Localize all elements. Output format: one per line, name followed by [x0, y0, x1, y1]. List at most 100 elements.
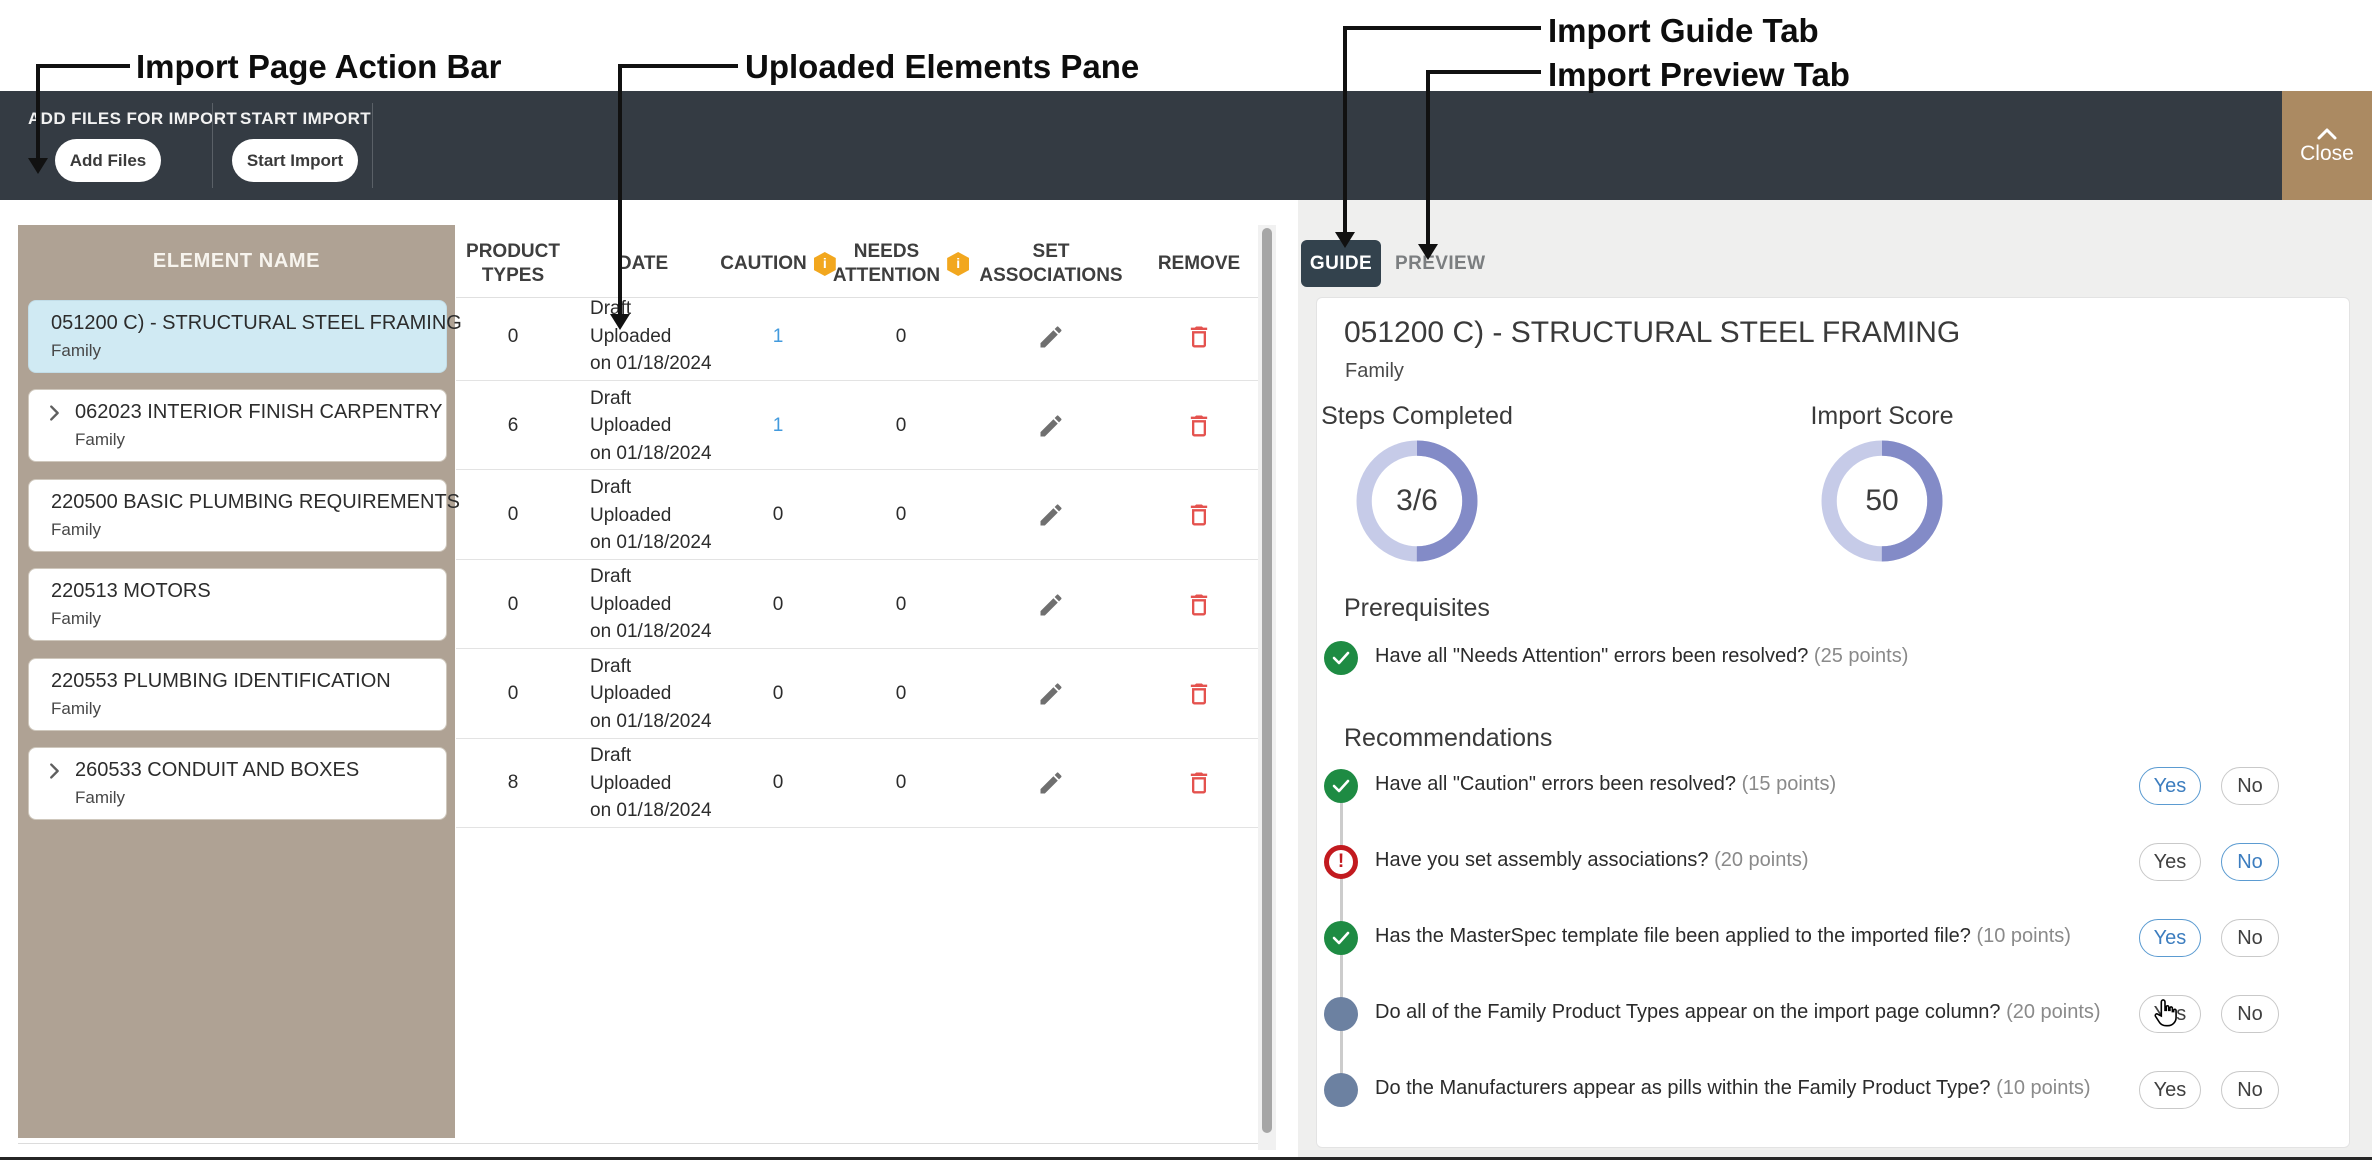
element-category: Family — [75, 788, 125, 808]
trash-delete-icon — [1185, 591, 1213, 619]
date-value: Draft Uploaded on 01/18/2024 — [570, 479, 716, 552]
horizontal-scrollbar-track — [18, 1143, 1258, 1144]
product-types-value: 0 — [456, 568, 570, 641]
expand-chevron-icon[interactable] — [43, 402, 65, 424]
element-category: Family — [51, 520, 101, 540]
action-bar-divider — [212, 103, 213, 188]
column-header-element-name: ELEMENT NAME — [18, 225, 455, 297]
element-rows: 051200 C) - STRUCTURAL STEEL FRAMING Fam… — [0, 300, 1298, 836]
question-text: Have all "Needs Attention" errors been r… — [1375, 645, 1908, 668]
recommendations-heading: Recommendations — [1344, 724, 1552, 753]
caution-count: 0 — [716, 479, 840, 552]
element-category: Family — [51, 699, 101, 719]
row-separator — [456, 827, 1258, 828]
status-icon: ! — [1324, 769, 1358, 803]
pencil-edit-icon — [1037, 412, 1065, 440]
close-button[interactable]: Close — [2282, 91, 2372, 200]
set-associations-button[interactable] — [1033, 765, 1069, 801]
remove-button[interactable] — [1181, 497, 1217, 533]
column-header-label: CAUTION — [720, 252, 807, 276]
set-associations-button[interactable] — [1033, 408, 1069, 444]
needs-attention-count: 0 — [840, 479, 962, 552]
element-card[interactable]: 220500 BASIC PLUMBING REQUIREMENTS Famil… — [28, 479, 447, 552]
annotation-line — [1428, 70, 1541, 74]
yes-button[interactable]: Yes — [2139, 843, 2201, 881]
remove-button[interactable] — [1181, 319, 1217, 355]
pencil-edit-icon — [1037, 769, 1065, 797]
pencil-edit-icon — [1037, 591, 1065, 619]
caution-count: 0 — [716, 658, 840, 731]
no-button[interactable]: No — [2221, 843, 2279, 881]
remove-button[interactable] — [1181, 587, 1217, 623]
no-button[interactable]: No — [2221, 1071, 2279, 1109]
caution-count: 0 — [716, 568, 840, 641]
column-header-caution: CAUTIONi — [716, 232, 840, 296]
start-import-button[interactable]: Start Import — [232, 139, 358, 182]
annotation-line — [1343, 26, 1347, 232]
date-value: Draft Uploaded on 01/18/2024 — [570, 389, 716, 462]
no-button[interactable]: No — [2221, 995, 2279, 1033]
question-text: Have all "Caution" errors been resolved?… — [1375, 773, 1836, 796]
needs-attention-count: 0 — [840, 389, 962, 462]
remove-button[interactable] — [1181, 676, 1217, 712]
date-value: Draft Uploaded on 01/18/2024 — [570, 568, 716, 641]
remove-button[interactable] — [1181, 408, 1217, 444]
column-header-remove: REMOVE — [1140, 232, 1258, 296]
status-icon: ! — [1324, 641, 1358, 675]
import-guide-pane: GUIDE PREVIEW 051200 C) - STRUCTURAL STE… — [1298, 200, 2372, 1157]
trash-delete-icon — [1185, 769, 1213, 797]
tab-preview[interactable]: PREVIEW — [1395, 240, 1485, 287]
trash-delete-icon — [1185, 501, 1213, 529]
steps-completed-label: Steps Completed — [1267, 402, 1567, 431]
add-files-section-label: ADD FILES FOR IMPORT — [28, 109, 237, 129]
yes-button[interactable]: Yes — [2139, 767, 2201, 805]
column-header-set-associations: SET ASSOCIATIONS — [962, 232, 1140, 296]
set-associations-button[interactable] — [1033, 676, 1069, 712]
pencil-edit-icon — [1037, 501, 1065, 529]
caution-count[interactable]: 1 — [716, 300, 840, 373]
element-card[interactable]: 220553 PLUMBING IDENTIFICATION Family — [28, 658, 447, 731]
caution-count[interactable]: 1 — [716, 389, 840, 462]
remove-button[interactable] — [1181, 765, 1217, 801]
element-card[interactable]: 260533 CONDUIT AND BOXES Family — [28, 747, 447, 820]
no-button[interactable]: No — [2221, 767, 2279, 805]
prerequisites-heading: Prerequisites — [1344, 594, 1490, 623]
needs-attention-count: 0 — [840, 658, 962, 731]
add-files-button[interactable]: Add Files — [55, 139, 161, 182]
date-value: Draft Uploaded on 01/18/2024 — [570, 300, 716, 373]
needs-attention-count: 0 — [840, 300, 962, 373]
annotation-line — [1345, 26, 1541, 30]
product-types-value: 6 — [456, 389, 570, 462]
annotation-line — [620, 64, 738, 68]
trash-delete-icon — [1185, 323, 1213, 351]
column-header-label: NEEDS ATTENTION — [833, 240, 940, 288]
set-associations-button[interactable] — [1033, 587, 1069, 623]
question-points: (20 points) — [2006, 1001, 2101, 1023]
guide-subtitle: Family — [1345, 360, 1404, 383]
element-card[interactable]: 062023 INTERIOR FINISH CARPENTRY Family — [28, 389, 447, 462]
expand-chevron-icon[interactable] — [43, 760, 65, 782]
element-card[interactable]: 051200 C) - STRUCTURAL STEEL FRAMING Fam… — [28, 300, 447, 373]
element-card[interactable]: 220513 MOTORS Family — [28, 568, 447, 641]
guide-card: 051200 C) - STRUCTURAL STEEL FRAMING Fam… — [1316, 297, 2350, 1148]
element-name: 051200 C) - STRUCTURAL STEEL FRAMING — [51, 312, 462, 335]
pencil-edit-icon — [1037, 680, 1065, 708]
row-separator — [456, 380, 1258, 381]
row-separator — [456, 738, 1258, 739]
element-name: 062023 INTERIOR FINISH CARPENTRY — [75, 401, 443, 424]
vertical-scrollbar-thumb[interactable] — [1262, 228, 1272, 1133]
question-points: (20 points) — [1714, 849, 1809, 871]
column-header-label: REMOVE — [1158, 252, 1240, 276]
start-import-section-label: START IMPORT — [240, 109, 371, 129]
element-name: 220513 MOTORS — [51, 580, 211, 603]
question-points: (10 points) — [1976, 925, 2071, 947]
set-associations-button[interactable] — [1033, 319, 1069, 355]
yes-button[interactable]: Yes — [2139, 1071, 2201, 1109]
set-associations-button[interactable] — [1033, 497, 1069, 533]
check-icon — [1332, 931, 1350, 945]
yes-button[interactable]: Yes — [2139, 919, 2201, 957]
trash-delete-icon — [1185, 680, 1213, 708]
question-points: (25 points) — [1814, 645, 1909, 667]
steps-completed-value: 3/6 — [1356, 440, 1478, 562]
no-button[interactable]: No — [2221, 919, 2279, 957]
